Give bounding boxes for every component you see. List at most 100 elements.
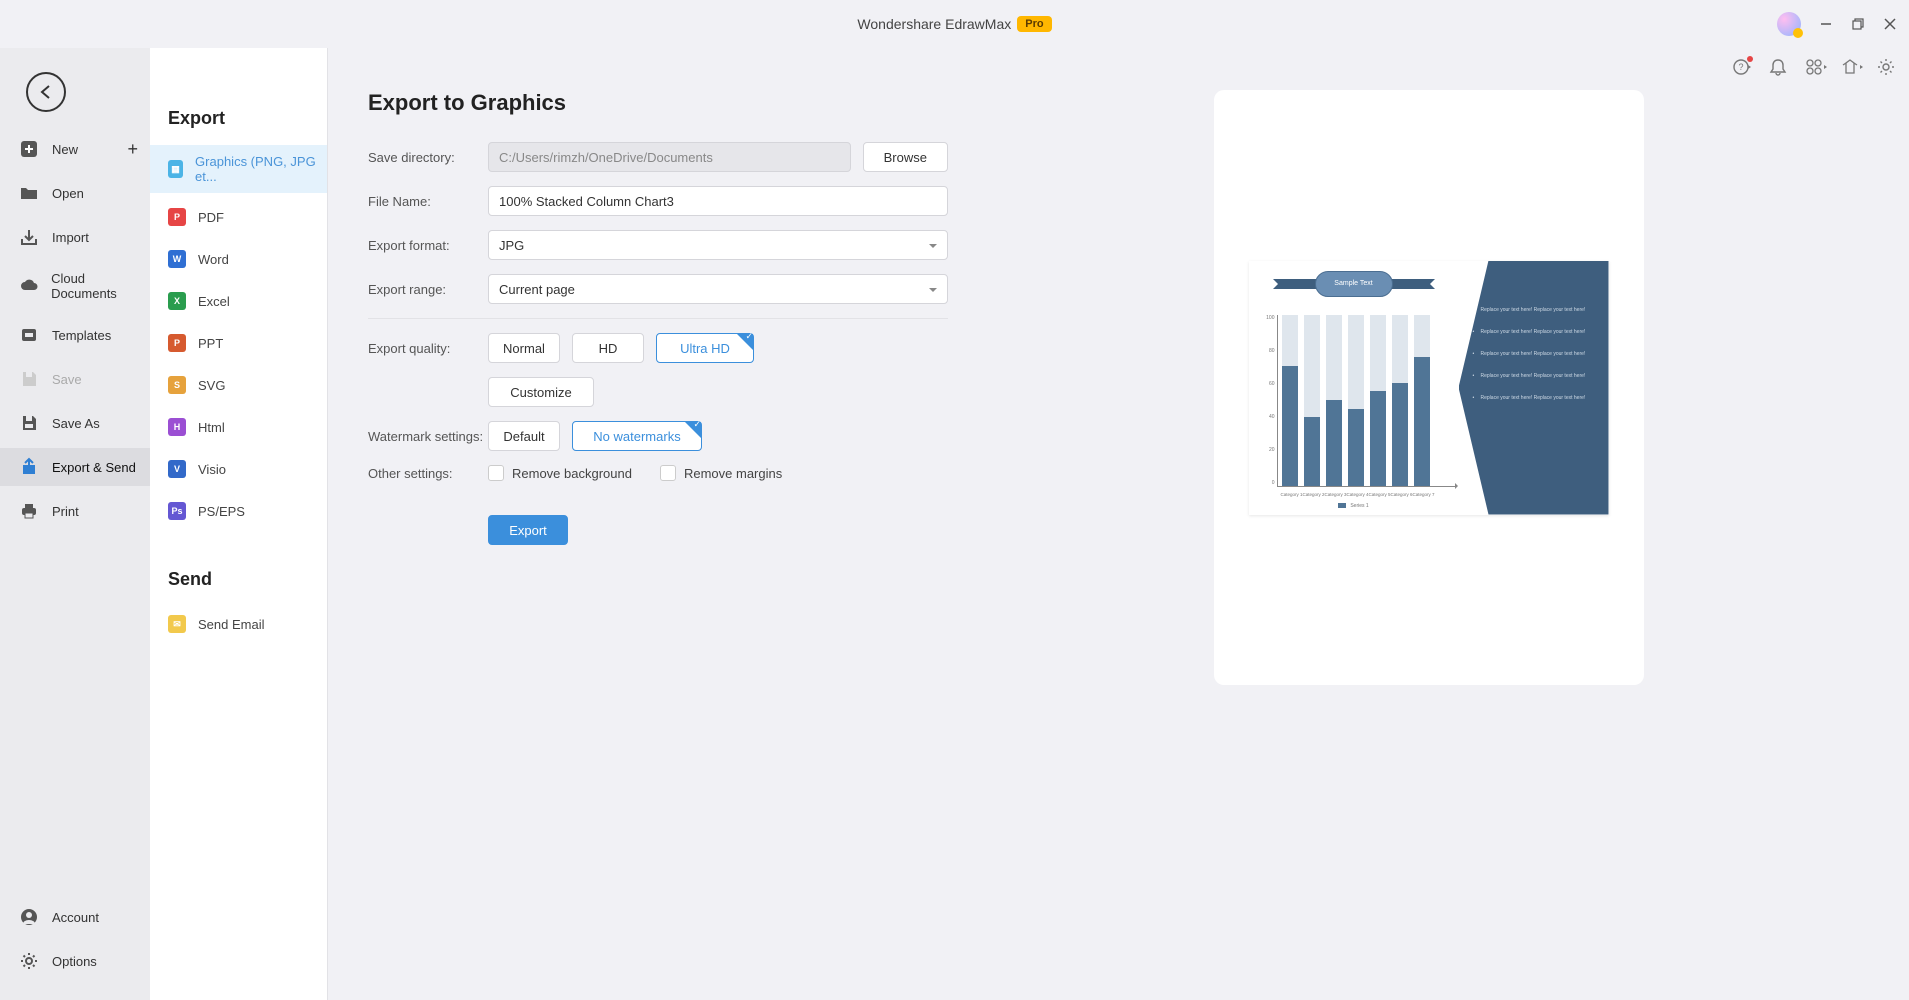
fmt-label: SVG [198, 378, 225, 393]
fmt-ppt[interactable]: P PPT [150, 325, 327, 361]
svg-icon: S [168, 376, 186, 394]
fmt-svg[interactable]: S SVG [150, 367, 327, 403]
quality-ultrahd[interactable]: Ultra HD [656, 333, 754, 363]
quality-normal[interactable]: Normal [488, 333, 560, 363]
pro-badge: Pro [1017, 16, 1051, 32]
keyboard-icon[interactable] [1805, 58, 1823, 76]
chart-preview: Sample Text 100806040200 Category 1Categ… [1249, 261, 1609, 515]
menu-label: Export & Send [52, 460, 136, 475]
page-heading: Export to Graphics [368, 90, 948, 116]
bar [1370, 315, 1386, 486]
menu-label: Templates [52, 328, 111, 343]
menu-label: Import [52, 230, 89, 245]
chart-legend: Series 1 [1249, 503, 1459, 509]
chart-bars [1277, 315, 1455, 487]
bar [1326, 315, 1342, 486]
bar [1282, 315, 1298, 486]
bullet-item: Replace your text here! Replace your tex… [1459, 371, 1609, 381]
fmt-label: Visio [198, 462, 226, 477]
menu-new[interactable]: New + [0, 130, 150, 168]
fmt-excel[interactable]: X Excel [150, 283, 327, 319]
gear-icon[interactable] [1877, 58, 1895, 76]
menu-label: Print [52, 504, 79, 519]
back-button[interactable] [26, 72, 66, 112]
file-sidebar: New + Open Import Cloud Documents Templa… [0, 48, 150, 1000]
menu-saveas[interactable]: Save As [0, 404, 150, 442]
fmt-visio[interactable]: V Visio [150, 451, 327, 487]
templates-icon [18, 325, 40, 345]
format-select[interactable]: JPG [488, 230, 948, 260]
menu-templates[interactable]: Templates [0, 316, 150, 354]
maximize-button[interactable] [1851, 17, 1865, 31]
savedir-input[interactable]: C:/Users/rimzh/OneDrive/Documents [488, 142, 851, 172]
watermark-label: Watermark settings: [368, 429, 488, 444]
browse-button[interactable]: Browse [863, 142, 948, 172]
rm-bg-checkbox[interactable]: Remove background [488, 465, 632, 481]
top-toolbar: ? [1733, 58, 1895, 76]
other-label: Other settings: [368, 466, 488, 481]
close-button[interactable] [1883, 17, 1897, 31]
menu-save: Save [0, 360, 150, 398]
export-sidebar: Export ▦ Graphics (PNG, JPG et... P PDF … [150, 48, 328, 1000]
export-button[interactable]: Export [488, 515, 568, 545]
user-avatar[interactable] [1777, 12, 1801, 36]
menu-options[interactable]: Options [0, 942, 150, 980]
content-area: Export to Graphics Save directory: C:/Us… [328, 48, 1909, 1000]
pdf-icon: P [168, 208, 186, 226]
wm-none[interactable]: No watermarks [572, 421, 702, 451]
plus-icon[interactable]: + [127, 139, 138, 160]
format-label: Export format: [368, 238, 488, 253]
range-label: Export range: [368, 282, 488, 297]
savedir-label: Save directory: [368, 150, 488, 165]
fmt-graphics[interactable]: ▦ Graphics (PNG, JPG et... [150, 145, 327, 193]
help-icon[interactable]: ? [1733, 58, 1751, 76]
preview-card: Sample Text 100806040200 Category 1Categ… [1214, 90, 1644, 685]
menu-label: Open [52, 186, 84, 201]
visio-icon: V [168, 460, 186, 478]
bar [1304, 315, 1320, 486]
bar [1414, 315, 1430, 486]
wm-default[interactable]: Default [488, 421, 560, 451]
range-select[interactable]: Current page [488, 274, 948, 304]
checkbox-icon [488, 465, 504, 481]
fmt-label: Word [198, 252, 229, 267]
rm-mg-checkbox[interactable]: Remove margins [660, 465, 782, 481]
checkbox-icon [660, 465, 676, 481]
menu-open[interactable]: Open [0, 174, 150, 212]
menu-label: Save As [52, 416, 100, 431]
html-icon: H [168, 418, 186, 436]
word-icon: W [168, 250, 186, 268]
print-icon [18, 501, 40, 521]
fmt-label: PPT [198, 336, 223, 351]
menu-import[interactable]: Import [0, 218, 150, 256]
export-icon [18, 457, 40, 477]
customize-button[interactable]: Customize [488, 377, 594, 407]
y-axis: 100806040200 [1261, 315, 1275, 487]
divider [368, 318, 948, 319]
fmt-pseps[interactable]: Ps PS/EPS [150, 493, 327, 529]
fmt-label: PDF [198, 210, 224, 225]
bell-icon[interactable] [1769, 58, 1787, 76]
theme-icon[interactable] [1841, 58, 1859, 76]
menu-print[interactable]: Print [0, 492, 150, 530]
save-icon [18, 369, 40, 389]
fmt-label: Excel [198, 294, 230, 309]
menu-exportsend[interactable]: Export & Send [0, 448, 150, 486]
fmt-html[interactable]: H Html [150, 409, 327, 445]
fmt-word[interactable]: W Word [150, 241, 327, 277]
quality-hd[interactable]: HD [572, 333, 644, 363]
send-email[interactable]: ✉ Send Email [150, 606, 327, 642]
bullet-item: Replace your text here! Replace your tex… [1459, 305, 1609, 315]
export-heading: Export [150, 48, 327, 145]
ribbon: Sample Text [1279, 271, 1429, 297]
fmt-pdf[interactable]: P PDF [150, 199, 327, 235]
menu-cloud[interactable]: Cloud Documents [0, 262, 150, 310]
filename-input[interactable]: 100% Stacked Column Chart3 [488, 186, 948, 216]
minimize-button[interactable] [1819, 17, 1833, 31]
folder-icon [18, 183, 40, 203]
menu-label: Save [52, 372, 82, 387]
menu-account[interactable]: Account [0, 898, 150, 936]
send-heading: Send [150, 535, 327, 606]
bullet-item: Replace your text here! Replace your tex… [1459, 393, 1609, 403]
ps-icon: Ps [168, 502, 186, 520]
